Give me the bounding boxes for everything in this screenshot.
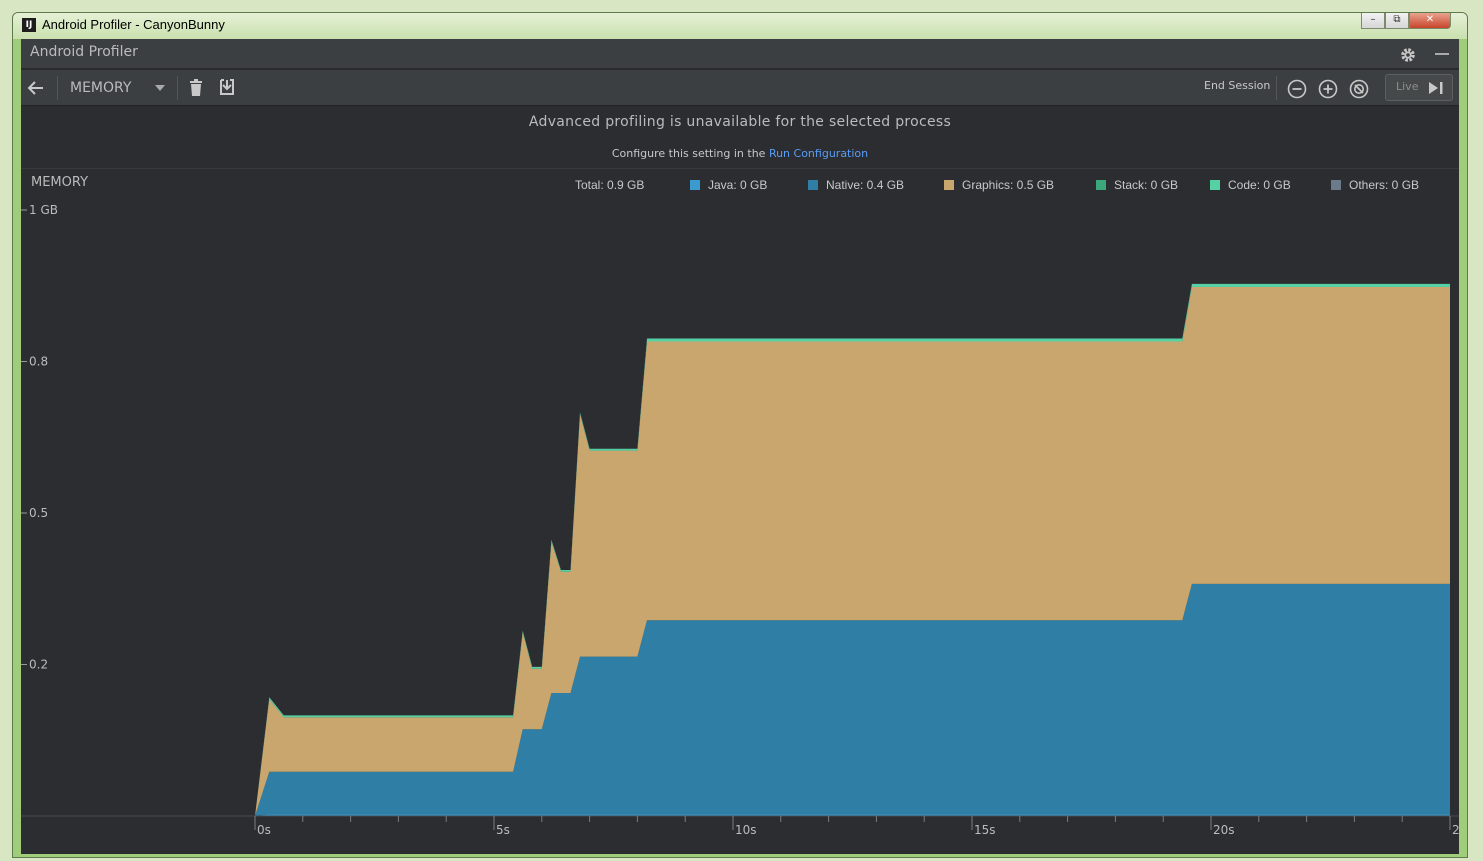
banner-message: Advanced profiling is unavailable for th… bbox=[528, 114, 952, 130]
x-tick-label: 25 bbox=[1452, 823, 1459, 837]
legend-java: Java: 0 GB bbox=[690, 178, 767, 192]
legend-code-swatch bbox=[1210, 180, 1220, 190]
window-restore-button[interactable]: ⧉ bbox=[1385, 13, 1409, 29]
run-configuration-link[interactable]: Run Configuration bbox=[769, 147, 868, 160]
live-button[interactable]: Live bbox=[1385, 74, 1453, 101]
export-icon[interactable] bbox=[218, 78, 236, 96]
panel-header: Android Profiler bbox=[21, 39, 1459, 69]
x-tick-label: 10s bbox=[735, 823, 757, 837]
legend-java-label: Java: 0 GB bbox=[708, 178, 768, 192]
chevron-down-icon[interactable] bbox=[155, 85, 165, 91]
y-tick-label: 1 GB bbox=[29, 203, 58, 217]
legend-graphics: Graphics: 0.5 GB bbox=[944, 178, 1054, 192]
trash-icon[interactable] bbox=[188, 79, 204, 97]
chart-title: MEMORY bbox=[31, 175, 89, 190]
legend-code: Code: 0 GB bbox=[1210, 178, 1291, 192]
window-title: Android Profiler - CanyonBunny bbox=[42, 17, 225, 32]
y-tick-label: 0.5 bbox=[29, 506, 48, 520]
x-tick-label: 20s bbox=[1213, 823, 1235, 837]
intellij-icon: IJ bbox=[22, 18, 36, 32]
legend-others-swatch bbox=[1331, 180, 1341, 190]
zoom-out-icon[interactable] bbox=[1287, 79, 1307, 99]
legend-stack: Stack: 0 GB bbox=[1096, 178, 1178, 192]
legend-graphics-label: Graphics: 0.5 GB bbox=[962, 178, 1055, 192]
live-label: Live bbox=[1396, 80, 1419, 93]
play-to-end-icon bbox=[1429, 82, 1443, 94]
minimize-panel-icon[interactable] bbox=[1435, 53, 1449, 55]
profiler-toolbar: MEMORY End Session Live bbox=[21, 70, 1459, 106]
window-close-button[interactable]: ✕ bbox=[1409, 13, 1451, 29]
toolbar-separator bbox=[177, 76, 178, 100]
zoom-in-icon[interactable] bbox=[1318, 79, 1338, 99]
memory-chart-plot[interactable]: 1 GB 0.8 0.5 0.2 0s 5s 10s 15s 20s 25 bbox=[21, 170, 1459, 854]
x-tick-label: 0s bbox=[257, 823, 271, 837]
legend-native: Native: 0.4 GB bbox=[808, 178, 904, 192]
banner-hint-text: Configure this setting in the bbox=[611, 147, 769, 160]
legend-graphics-swatch bbox=[944, 180, 954, 190]
gear-icon[interactable] bbox=[1399, 46, 1417, 64]
zoom-reset-icon[interactable] bbox=[1349, 79, 1369, 99]
legend-code-label: Code: 0 GB bbox=[1228, 178, 1291, 192]
x-tick-label: 15s bbox=[974, 823, 996, 837]
legend-stack-swatch bbox=[1096, 180, 1106, 190]
legend-others-label: Others: 0 GB bbox=[1349, 178, 1420, 192]
toolbar-separator bbox=[57, 76, 58, 100]
advanced-profiling-banner: Advanced profiling is unavailable for th… bbox=[21, 107, 1459, 169]
legend-native-swatch bbox=[808, 180, 818, 190]
legend-stack-label: Stack: 0 GB bbox=[1114, 178, 1179, 192]
y-tick-label: 0.2 bbox=[29, 658, 48, 672]
toolbar-separator bbox=[1276, 76, 1277, 100]
memory-chart[interactable]: 1 GB 0.8 0.5 0.2 0s 5s 10s 15s 20s 25 MEMORY Tota… bbox=[21, 170, 1459, 854]
back-arrow-icon[interactable] bbox=[27, 79, 45, 97]
legend-native-label: Native: 0.4 GB bbox=[826, 178, 905, 192]
window-controls: – ⧉ ✕ bbox=[1361, 13, 1451, 29]
window-minimize-button[interactable]: – bbox=[1361, 13, 1385, 29]
end-session-button[interactable]: End Session bbox=[1204, 79, 1270, 92]
profiler-panel: Android Profiler MEMORY End Session Live… bbox=[21, 39, 1459, 854]
window-titlebar[interactable]: IJ Android Profiler - CanyonBunny – ⧉ ✕ bbox=[13, 13, 1467, 39]
x-tick-label: 5s bbox=[496, 823, 510, 837]
y-tick-label: 0.8 bbox=[29, 355, 48, 369]
banner-hint: Configure this setting in the Run Config… bbox=[21, 147, 1459, 160]
panel-title: Android Profiler bbox=[30, 44, 138, 60]
legend-java-swatch bbox=[690, 180, 700, 190]
legend-total: Total: 0.9 GB bbox=[575, 178, 645, 192]
legend-others: Others: 0 GB bbox=[1331, 178, 1419, 192]
